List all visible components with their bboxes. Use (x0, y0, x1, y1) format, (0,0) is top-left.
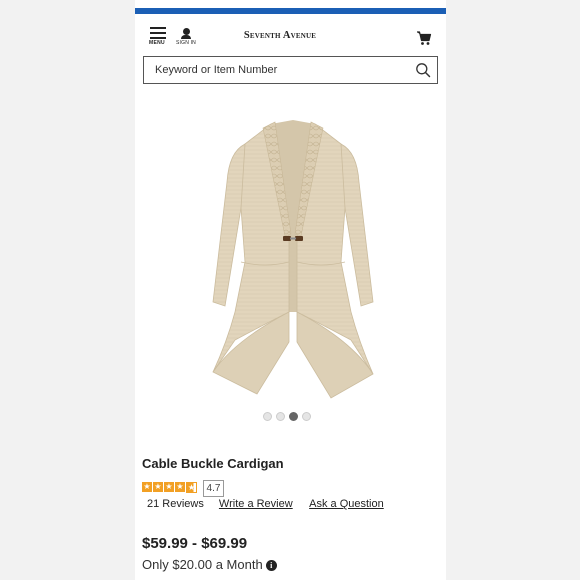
top-accent-bar (135, 8, 446, 14)
user-icon (182, 28, 190, 35)
search-input[interactable] (153, 60, 407, 80)
price-range: $59.99 - $69.99 (142, 535, 248, 552)
star-half-icon: ★ (186, 482, 197, 493)
monthly-payment-text: Only $20.00 a Month (142, 557, 263, 572)
star-icon: ★ (142, 482, 152, 492)
star-icon: ★ (175, 482, 185, 492)
site-logo[interactable]: Seventh Avenue (235, 30, 325, 41)
user-icon-body (181, 35, 191, 39)
cart-button[interactable] (416, 30, 432, 46)
menu-label: MENU (149, 40, 165, 46)
ask-question-link[interactable]: Ask a Question (309, 498, 384, 510)
hamburger-icon-bar (150, 37, 166, 39)
mobile-page: MENU SIGN IN Seventh Avenue Keyword or I… (135, 0, 446, 580)
reviews-row: 21 Reviews Write a Review Ask a Question (147, 498, 384, 510)
search-bar (143, 56, 438, 84)
cart-icon (417, 31, 432, 45)
star-icon: ★ (153, 482, 163, 492)
hamburger-icon-bar (150, 32, 166, 34)
rating-value: 4.7 (203, 480, 224, 497)
carousel-dot[interactable] (276, 412, 285, 421)
sign-in-button[interactable]: SIGN IN (174, 28, 198, 52)
star-icon: ★ (164, 482, 174, 492)
hamburger-icon (150, 27, 166, 29)
magnifier-icon[interactable] (415, 62, 431, 78)
carousel-dot[interactable] (263, 412, 272, 421)
carousel-dot-active[interactable] (289, 412, 298, 421)
carousel-dots (263, 412, 315, 421)
reviews-count[interactable]: 21 Reviews (147, 498, 204, 510)
carousel-dot[interactable] (302, 412, 311, 421)
sign-in-label: SIGN IN (175, 40, 196, 46)
write-review-link[interactable]: Write a Review (219, 498, 293, 510)
header: MENU SIGN IN Seventh Avenue (135, 18, 446, 54)
monthly-payment: Only $20.00 a Month i (142, 557, 277, 572)
product-image[interactable] (205, 112, 381, 402)
menu-button[interactable]: MENU (149, 27, 169, 51)
info-icon[interactable]: i (265, 560, 277, 571)
product-title: Cable Buckle Cardigan (142, 456, 284, 471)
star-rating[interactable]: ★ ★ ★ ★ ★ (142, 482, 198, 494)
